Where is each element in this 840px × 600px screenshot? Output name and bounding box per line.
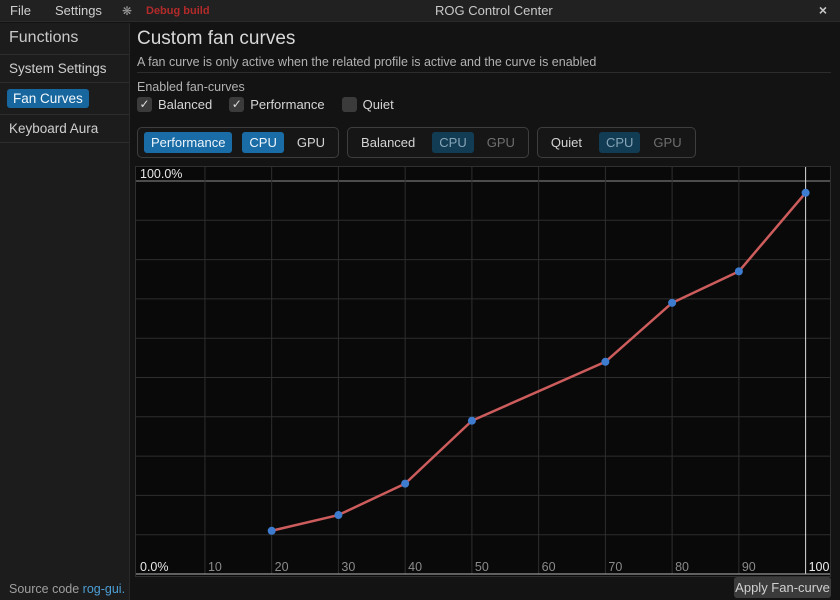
fan-curve-chart[interactable]: 100.0% 0.0% 10 20 30 40 50 60 70 80 90 100 xyxy=(136,167,830,576)
x-tick-label: 50 xyxy=(475,560,489,574)
sidebar-item-label: Keyboard Aura xyxy=(9,121,98,136)
profile-group-performance: Performance CPU GPU xyxy=(137,127,339,158)
x-tick-label: 40 xyxy=(408,560,422,574)
sidebar-item-fan-curves[interactable]: Fan Curves xyxy=(0,83,129,114)
fan-tab-gpu-performance[interactable]: GPU xyxy=(290,132,332,153)
x-tick-label: 30 xyxy=(341,560,355,574)
source-code-footer: Source code rog-gui. xyxy=(9,582,125,596)
fan-tab-cpu-performance[interactable]: CPU xyxy=(242,132,283,153)
menu-file[interactable]: File xyxy=(0,3,43,18)
x-tick-label: 60 xyxy=(542,560,556,574)
sidebar: Functions System Settings Fan Curves Keybo… xyxy=(0,23,130,600)
x-tick-label: 90 xyxy=(742,560,756,574)
x-tick-label: 20 xyxy=(275,560,289,574)
page-subtitle: A fan curve is only active when the rela… xyxy=(137,55,596,69)
fan-tab-gpu-balanced[interactable]: GPU xyxy=(480,132,522,153)
titlebar: File Settings ❋ Debug build ROG Control … xyxy=(0,0,840,22)
fan-tab-cpu-balanced[interactable]: CPU xyxy=(432,132,473,153)
profile-tab-performance[interactable]: Performance xyxy=(144,132,232,153)
profile-group-balanced: Balanced CPU GPU xyxy=(347,127,529,158)
fan-curve-chart-panel: 100.0% 0.0% 10 20 30 40 50 60 70 80 90 100 xyxy=(135,166,831,577)
curve-point[interactable] xyxy=(668,299,676,307)
checkbox-unchecked-icon xyxy=(342,97,357,112)
sidebar-item-label: System Settings xyxy=(9,61,107,76)
sidebar-item-system-settings[interactable]: System Settings xyxy=(0,55,129,82)
curve-point[interactable] xyxy=(401,480,409,488)
checkbox-label: Quiet xyxy=(363,97,394,112)
notification-asterisk-icon[interactable]: ❋ xyxy=(114,4,140,18)
x-tick-label: 100 xyxy=(809,560,830,574)
enabled-fan-curves-label: Enabled fan-curves xyxy=(137,80,245,94)
apply-fan-curve-button[interactable]: Apply Fan-curve xyxy=(734,577,831,598)
curve-point[interactable] xyxy=(735,267,743,275)
curve-point[interactable] xyxy=(468,417,476,425)
profile-tab-quiet[interactable]: Quiet xyxy=(544,132,589,153)
checkbox-checked-icon: ✓ xyxy=(229,97,244,112)
curve-point[interactable] xyxy=(268,527,276,535)
close-icon[interactable]: × xyxy=(814,2,832,18)
y-max-label: 100.0% xyxy=(140,167,182,181)
x-tick-label: 80 xyxy=(675,560,689,574)
menu-settings[interactable]: Settings xyxy=(43,3,114,18)
profile-tab-groups: Performance CPU GPU Balanced CPU GPU Quiet CPU G… xyxy=(137,127,696,158)
enable-checkbox-performance[interactable]: ✓ Performance xyxy=(229,97,324,112)
checkbox-checked-icon: ✓ xyxy=(137,97,152,112)
enable-checkbox-quiet[interactable]: Quiet xyxy=(342,97,394,112)
sidebar-divider xyxy=(0,142,129,143)
curve-point[interactable] xyxy=(601,358,609,366)
sidebar-item-keyboard-aura[interactable]: Keyboard Aura xyxy=(0,115,129,142)
checkbox-label: Balanced xyxy=(158,97,212,112)
header-divider xyxy=(137,72,831,73)
enable-checkbox-balanced[interactable]: ✓ Balanced xyxy=(137,97,212,112)
y-min-label: 0.0% xyxy=(140,560,169,574)
curve-point[interactable] xyxy=(334,511,342,519)
sidebar-header: Functions xyxy=(0,23,129,54)
enabled-fan-curves-row: ✓ Balanced ✓ Performance Quiet xyxy=(137,97,394,112)
rog-control-center-window: File Settings ❋ Debug build ROG Control … xyxy=(0,0,840,600)
sidebar-item-label: Fan Curves xyxy=(7,89,89,108)
fan-tab-cpu-quiet[interactable]: CPU xyxy=(599,132,640,153)
fan-tab-gpu-quiet[interactable]: GPU xyxy=(646,132,688,153)
rog-gui-link[interactable]: rog-gui. xyxy=(83,582,125,596)
x-tick-label: 70 xyxy=(608,560,622,574)
debug-build-badge: Debug build xyxy=(140,5,210,17)
checkbox-label: Performance xyxy=(250,97,324,112)
page-title: Custom fan curves xyxy=(137,28,295,50)
curve-point[interactable] xyxy=(802,189,810,197)
profile-tab-balanced[interactable]: Balanced xyxy=(354,132,422,153)
profile-group-quiet: Quiet CPU GPU xyxy=(537,127,696,158)
x-tick-label: 10 xyxy=(208,560,222,574)
source-code-label: Source code xyxy=(9,582,83,596)
window-title: ROG Control Center xyxy=(435,3,553,18)
